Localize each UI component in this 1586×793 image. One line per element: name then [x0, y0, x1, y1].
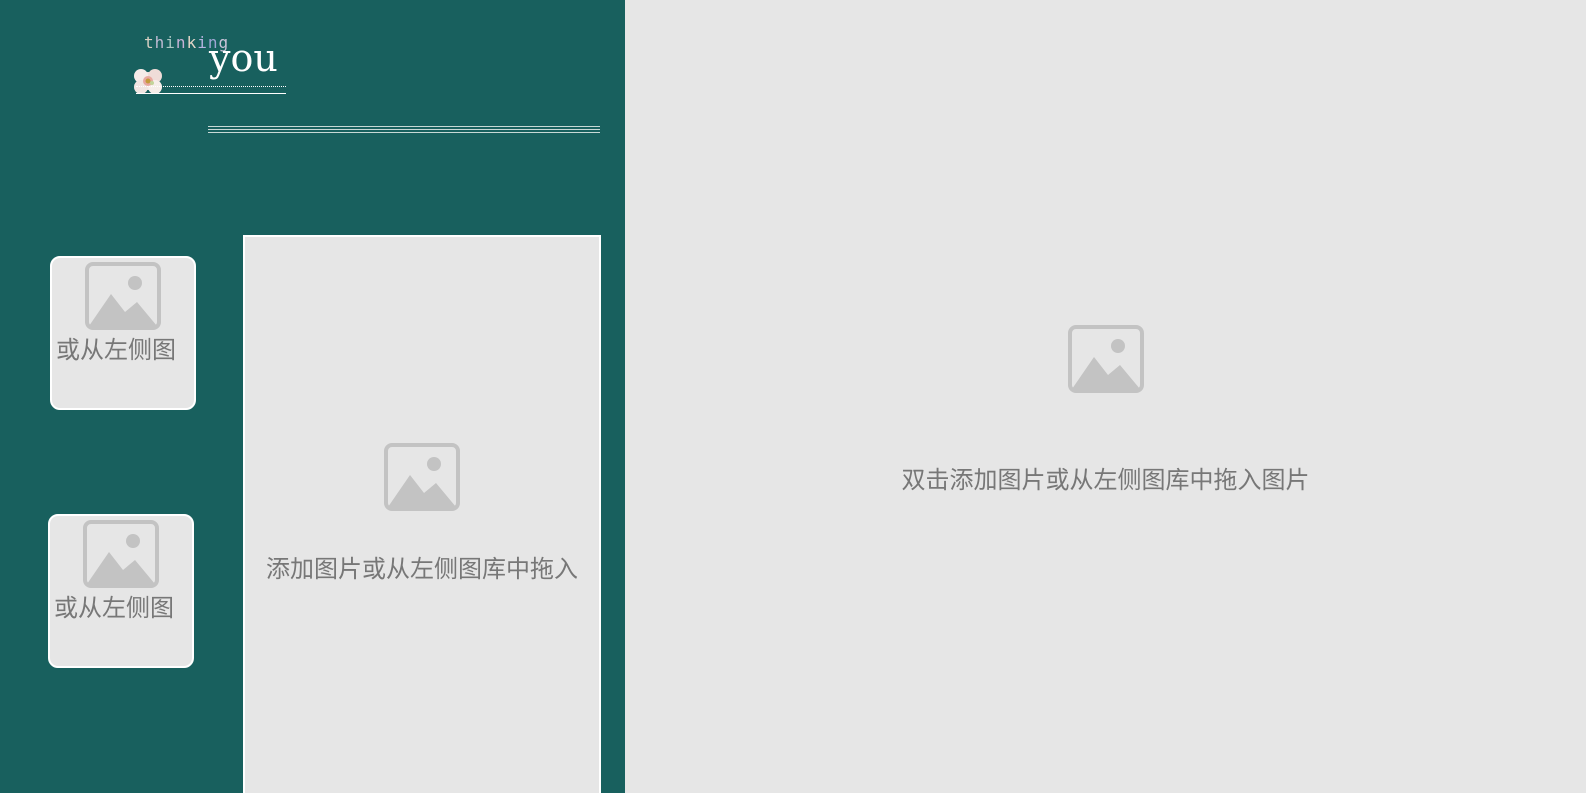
left-page-panel: thinking you 或从左侧图 或从左侧图 添加图片或从左侧图库中拖入 [0, 0, 625, 793]
placeholder-hint-text: 或从左侧图 [56, 336, 176, 364]
image-icon [1067, 325, 1144, 393]
placeholder-hint-text: 或从左侧图 [54, 594, 174, 622]
deco-line [208, 132, 600, 133]
image-placeholder-large[interactable]: 添加图片或从左侧图库中拖入 [243, 235, 601, 793]
image-placeholder-main[interactable]: 双击添加图片或从左侧图库中拖入图片 [625, 0, 1586, 793]
logo-letter: i [165, 33, 176, 52]
logo-letter: n [175, 33, 187, 52]
right-page-panel: 双击添加图片或从左侧图库中拖入图片 [625, 0, 1586, 793]
deco-line [208, 129, 600, 130]
deco-line [208, 126, 600, 127]
decorative-lines [208, 126, 600, 134]
logo-letter: t [144, 33, 155, 52]
placeholder-hint-text: 添加图片或从左侧图库中拖入 [266, 555, 578, 583]
logo: thinking you [128, 30, 293, 100]
logo-letter: h [154, 33, 166, 52]
image-icon [85, 262, 161, 330]
logo-you-text: you [209, 36, 278, 80]
logo-letter: k [186, 33, 198, 52]
image-icon [384, 443, 460, 511]
image-icon [83, 520, 159, 588]
image-placeholder-small-bottom[interactable]: 或从左侧图 [48, 514, 194, 668]
placeholder-hint-text: 双击添加图片或从左侧图库中拖入图片 [901, 466, 1310, 494]
image-placeholder-small-top[interactable]: 或从左侧图 [50, 256, 196, 410]
logo-letter: i [197, 33, 208, 52]
logo-underline [136, 86, 286, 94]
